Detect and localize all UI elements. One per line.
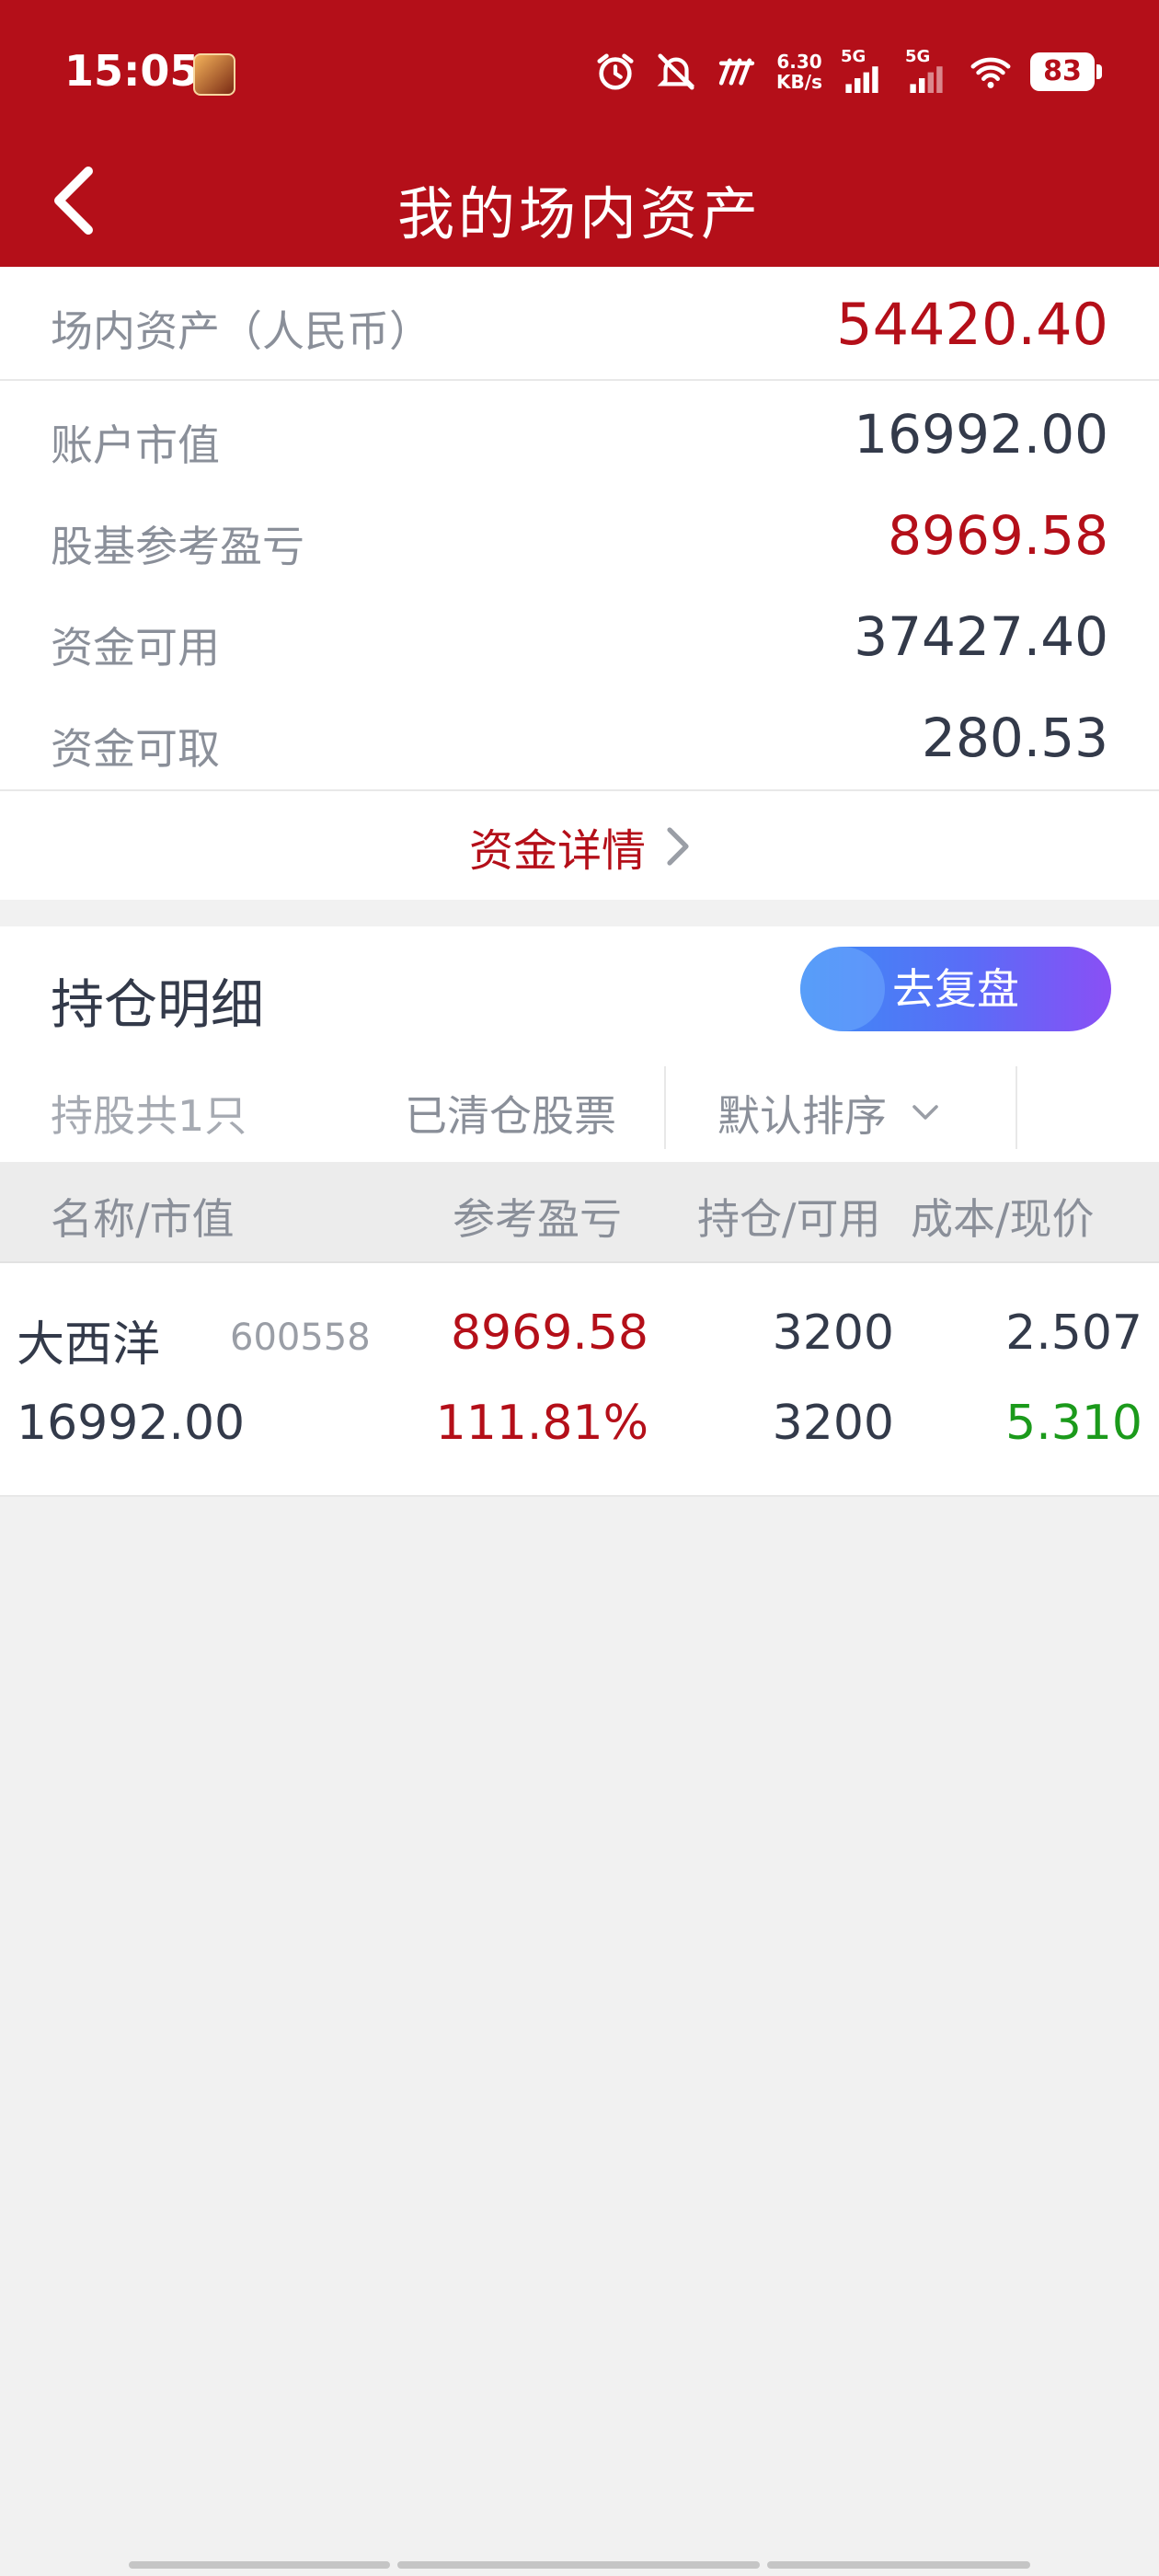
account-market-value: 16992.00 — [854, 403, 1108, 466]
review-button[interactable]: 去复盘 — [800, 947, 1111, 1031]
reference-profit-value: 8969.58 — [888, 504, 1108, 567]
reference-profit-label: 股基参考盈亏 — [51, 522, 304, 571]
network-speed-value: 6.30 — [776, 51, 822, 73]
stock-profit-pct: 111.81% — [435, 1396, 648, 1451]
available-funds-value: 37427.40 — [854, 605, 1108, 668]
stock-position: 3200 — [772, 1305, 894, 1361]
available-funds-row: 资金可用 37427.40 — [0, 589, 1159, 690]
fund-details-link[interactable]: 资金详情 — [0, 789, 1159, 902]
stock-code: 600558 — [230, 1317, 371, 1359]
withdrawable-funds-label: 资金可取 — [51, 724, 220, 774]
home-indicator-segment — [129, 2561, 390, 2569]
reference-profit-row: 股基参考盈亏 8969.58 — [0, 488, 1159, 589]
cleared-stocks-link[interactable]: 已清仓股票 — [405, 1083, 616, 1144]
account-market-value-row: 账户市值 16992.00 — [0, 386, 1159, 488]
top-bar: 15:05 6.30 KB/s 5G 5G 83 我的场内资产 — [0, 0, 1159, 267]
home-indicator-segment — [397, 2561, 760, 2569]
filter-divider — [1016, 1066, 1017, 1149]
page-title: 我的场内资产 — [396, 180, 762, 247]
stock-available: 3200 — [772, 1396, 894, 1451]
stock-name: 大西洋 — [17, 1317, 161, 1373]
account-market-value-label: 账户市值 — [51, 420, 220, 470]
column-profit: 参考盈亏 — [453, 1194, 622, 1244]
sort-dropdown[interactable]: 默认排序 — [717, 1083, 938, 1144]
withdrawable-funds-value: 280.53 — [922, 707, 1108, 769]
signal-icon — [845, 66, 878, 93]
holdings-header: 持仓明细 去复盘 — [0, 926, 1159, 1055]
wifi-icon — [970, 57, 1011, 88]
signal-brand-icon — [718, 58, 755, 86]
chevron-down-icon — [912, 1105, 938, 1120]
network-speed-unit: KB/s — [776, 71, 822, 93]
table-row[interactable]: 大西洋 600558 16992.00 8969.58 111.81% 3200… — [0, 1263, 1159, 1497]
available-funds-label: 资金可用 — [51, 623, 220, 673]
review-button-label: 去复盘 — [892, 964, 1019, 1014]
stock-market-value: 16992.00 — [17, 1396, 246, 1451]
fund-details-label: 资金详情 — [468, 825, 646, 877]
battery-level: 83 — [1030, 52, 1102, 91]
stock-cost: 2.507 — [1005, 1305, 1142, 1361]
review-button-bubble — [800, 947, 885, 1031]
alarm-icon — [597, 53, 634, 90]
mute-icon — [657, 53, 695, 90]
stock-price: 5.310 — [1005, 1396, 1142, 1451]
signal-icon — [910, 66, 943, 93]
sim1-signal: 5G — [841, 47, 887, 93]
total-assets-value: 54420.40 — [836, 291, 1108, 358]
sim2-signal: 5G — [905, 47, 951, 93]
column-cost-price: 成本/现价 — [911, 1194, 1095, 1244]
network-speed: 6.30 KB/s — [776, 52, 822, 92]
holdings-count: 持股共1只 — [51, 1091, 247, 1141]
holdings-filter-bar: 持股共1只 已清仓股票 默认排序 — [0, 1053, 1159, 1162]
holdings-table-header: 名称/市值 参考盈亏 持仓/可用 成本/现价 — [0, 1162, 1159, 1263]
sort-dropdown-label: 默认排序 — [717, 1091, 887, 1141]
asset-summary-card: 场内资产（人民币） 54420.40 账户市值 16992.00 股基参考盈亏 … — [0, 267, 1159, 900]
withdrawable-funds-row: 资金可取 280.53 — [0, 690, 1159, 791]
chevron-right-icon — [667, 827, 689, 866]
filter-divider — [664, 1066, 666, 1149]
home-indicator-segment — [767, 2561, 1030, 2569]
holdings-title: 持仓明细 — [51, 973, 265, 1036]
total-assets-row: 场内资产（人民币） 54420.40 — [0, 267, 1159, 381]
app-notification-icon — [193, 53, 235, 96]
column-name-value: 名称/市值 — [51, 1194, 235, 1244]
column-position: 持仓/可用 — [697, 1194, 881, 1244]
status-icons: 6.30 KB/s 5G 5G 83 — [594, 44, 1102, 99]
total-assets-label: 场内资产（人民币） — [51, 306, 431, 356]
stock-profit: 8969.58 — [450, 1305, 648, 1361]
status-time: 15:05 — [64, 46, 200, 96]
